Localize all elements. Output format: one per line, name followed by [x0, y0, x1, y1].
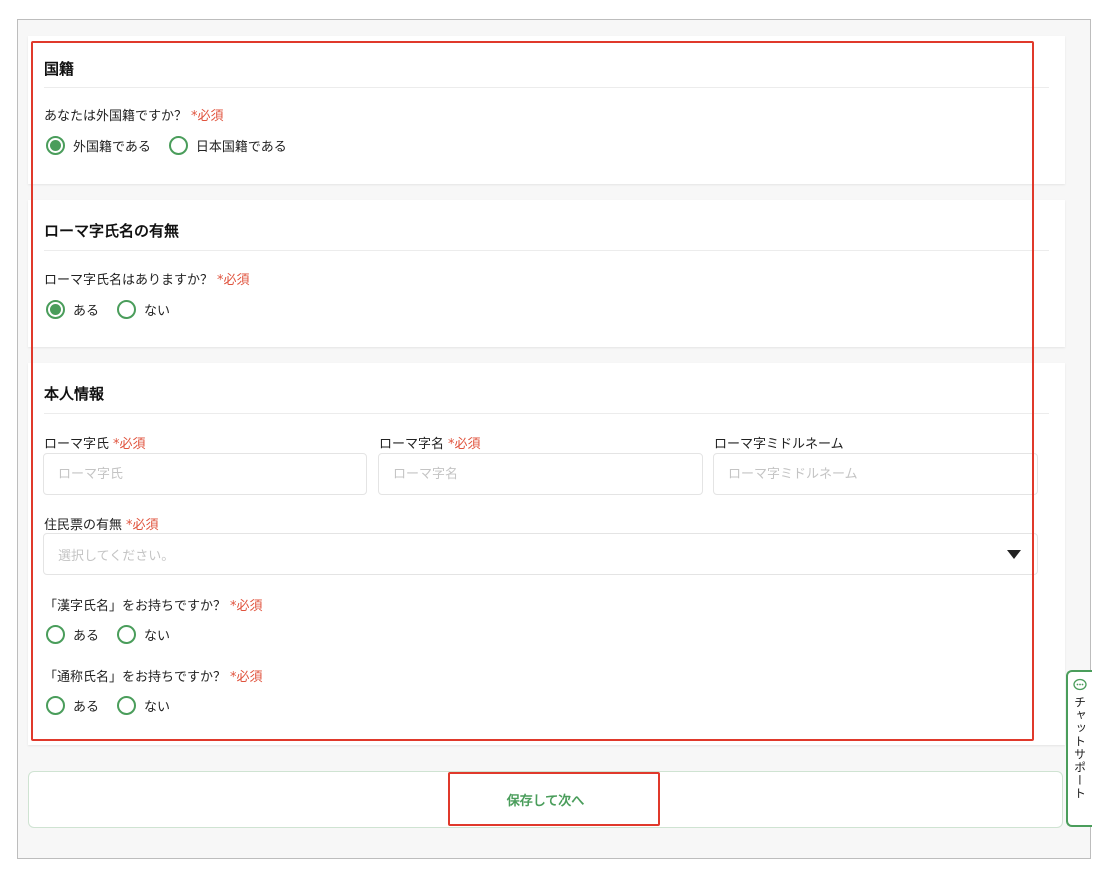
- nationality-radio-group: 外国籍である 日本国籍である: [46, 136, 305, 155]
- radio-unchecked-icon: [117, 696, 137, 715]
- roman-name-question: ローマ字氏名はありますか？ *必須: [44, 273, 250, 288]
- radio-roman-no[interactable]: ない: [117, 300, 170, 319]
- divider: [44, 413, 1049, 414]
- radio-unchecked-icon: [117, 625, 137, 644]
- section-title: 本人情報: [44, 385, 105, 403]
- resident-record-label: 住民票の有無 *必須: [44, 518, 159, 533]
- required-badge: *必須: [217, 273, 250, 288]
- nationality-question: あなたは外国籍ですか？ *必須: [44, 109, 224, 124]
- radio-japanese[interactable]: 日本国籍である: [168, 136, 287, 155]
- personal-info-section: 本人情報 ローマ字氏*必須 ローマ字名*必須 ローマ字ミドルネーム 住民票の有無…: [28, 363, 1065, 745]
- radio-kanji-yes[interactable]: ある: [46, 625, 99, 644]
- radio-foreign[interactable]: 外国籍である: [46, 136, 151, 155]
- required-badge: *必須: [126, 518, 159, 533]
- nationality-section: 国籍 あなたは外国籍ですか？ *必須 外国籍である 日本国籍である: [28, 36, 1065, 184]
- submit-bar: 保存して次へ: [28, 771, 1063, 828]
- radio-unchecked-icon: [46, 625, 65, 644]
- required-badge: *必須: [191, 109, 224, 124]
- radio-alias-yes[interactable]: ある: [46, 696, 99, 715]
- radio-roman-yes[interactable]: ある: [46, 300, 99, 319]
- caret-down-icon: [1007, 550, 1021, 559]
- kanji-name-radio-group: ある ない: [46, 625, 188, 644]
- radio-alias-no[interactable]: ない: [117, 696, 170, 715]
- alias-name-question: 「通称氏名」をお持ちですか？ *必須: [44, 670, 263, 685]
- divider: [44, 250, 1049, 251]
- first-name-label: ローマ字名 *必須: [379, 437, 481, 452]
- chat-support-label: チャットサポート: [1072, 696, 1087, 800]
- resident-record-select[interactable]: 選択してください。: [43, 533, 1038, 575]
- radio-unchecked-icon: [117, 300, 137, 319]
- chat-bubble-icon: [1073, 678, 1087, 691]
- radio-kanji-no[interactable]: ない: [117, 625, 170, 644]
- alias-name-radio-group: ある ない: [46, 696, 188, 715]
- middle-name-input[interactable]: [713, 453, 1038, 495]
- section-title: 国籍: [44, 60, 75, 78]
- first-name-input[interactable]: [378, 453, 703, 495]
- required-badge: *必須: [448, 437, 481, 452]
- radio-unchecked-icon: [168, 136, 188, 155]
- middle-name-label: ローマ字ミドルネーム: [714, 437, 844, 452]
- required-badge: *必須: [230, 599, 263, 614]
- radio-unchecked-icon: [46, 696, 65, 715]
- section-title: ローマ字氏名の有無: [44, 222, 180, 240]
- last-name-input[interactable]: [43, 453, 367, 495]
- divider: [44, 87, 1049, 88]
- select-placeholder: 選択してください。: [58, 548, 175, 564]
- last-name-label: ローマ字氏 *必須: [44, 437, 146, 452]
- required-badge: *必須: [230, 670, 263, 685]
- radio-checked-icon: [46, 136, 65, 155]
- roman-name-radio-group: ある ない: [46, 300, 188, 319]
- save-and-next-button[interactable]: 保存して次へ: [501, 789, 591, 810]
- required-badge: *必須: [113, 437, 146, 452]
- roman-name-section: ローマ字氏名の有無 ローマ字氏名はありますか？ *必須 ある ない: [28, 200, 1065, 347]
- kanji-name-question: 「漢字氏名」をお持ちですか？ *必須: [44, 599, 263, 614]
- chat-support-tab[interactable]: チャットサポート: [1066, 670, 1092, 827]
- radio-checked-icon: [46, 300, 65, 319]
